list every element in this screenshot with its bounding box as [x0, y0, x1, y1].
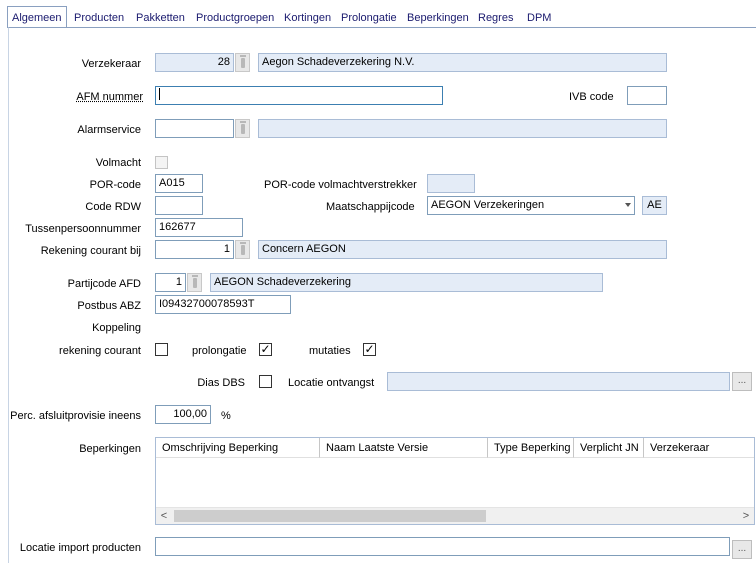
perc-afsluitprovisie-input[interactable]: 100,00	[155, 405, 211, 424]
tussenpersoonnummer-label: Tussenpersoonnummer	[25, 223, 141, 235]
lookup-icon	[239, 54, 246, 68]
dias-dbs-checkbox[interactable]	[259, 375, 272, 388]
chevron-down-icon	[625, 203, 631, 207]
locatie-import-producten-input[interactable]	[155, 537, 730, 556]
koppeling-label: Koppeling	[92, 322, 141, 334]
verzekeraar-label: Verzekeraar	[81, 58, 141, 70]
beperkingen-label: Beperkingen	[79, 443, 141, 455]
rekening-courant-label: rekening courant	[59, 345, 141, 357]
maatschappijcode-label: Maatschappijcode	[326, 201, 415, 213]
tab-algemeen[interactable]: Algemeen	[7, 6, 67, 28]
scroll-left-icon[interactable]: <	[156, 508, 172, 525]
scrollbar-thumb[interactable]	[174, 510, 486, 522]
beperkingen-grid[interactable]: Omschrijving Beperking Naam Laatste Vers…	[155, 437, 755, 525]
column-header-omschrijving[interactable]: Omschrijving Beperking	[156, 438, 320, 458]
lookup-icon	[239, 241, 246, 255]
por-code-volmacht-label: POR-code volmachtverstrekker	[264, 179, 417, 191]
tab-pakketten[interactable]: Pakketten	[136, 9, 185, 27]
check-icon: ✓	[364, 342, 375, 356]
tussenpersoonnummer-input[interactable]: 162677	[155, 218, 243, 237]
alarmservice-code-input[interactable]	[155, 119, 234, 138]
afm-nummer-input[interactable]	[155, 86, 443, 105]
rekening-courant-checkbox[interactable]	[155, 343, 168, 356]
mutaties-label: mutaties	[309, 345, 351, 357]
volmacht-checkbox[interactable]	[155, 156, 168, 169]
maatschappijcode-short-field: AE	[642, 196, 667, 215]
partijcode-afd-label: Partijcode AFD	[67, 278, 141, 290]
lookup-icon	[239, 120, 246, 134]
perc-afsluitprovisie-label: Perc. afsluitprovisie ineens	[10, 410, 141, 422]
locatie-import-producten-label: Locatie import producten	[19, 542, 141, 554]
code-rdw-label: Code RDW	[85, 201, 141, 213]
partijcode-afd-name-field: AEGON Schadeverzekering	[210, 273, 603, 292]
alarmservice-label: Alarmservice	[77, 124, 141, 136]
mutaties-checkbox[interactable]: ✓	[363, 343, 376, 356]
tab-beperkingen[interactable]: Beperkingen	[407, 9, 469, 27]
maatschappijcode-select[interactable]: AEGON Verzekeringen	[427, 196, 635, 215]
verzekeraar-lookup-button[interactable]	[235, 53, 250, 72]
locatie-import-browse-button[interactable]: ...	[732, 540, 752, 559]
por-code-volmacht-field	[427, 174, 475, 193]
prolongatie-checkbox[interactable]: ✓	[259, 343, 272, 356]
tab-prolongatie[interactable]: Prolongatie	[341, 9, 397, 27]
lookup-icon	[191, 274, 198, 288]
column-header-type-beperking[interactable]: Type Beperking	[488, 438, 574, 458]
code-rdw-input[interactable]	[155, 196, 203, 215]
ivb-code-label: IVB code	[569, 91, 614, 103]
afm-nummer-label: AFM nummer	[76, 91, 143, 103]
alarmservice-name-field	[258, 119, 667, 138]
partijcode-afd-lookup-button[interactable]	[187, 273, 202, 292]
tab-kortingen[interactable]: Kortingen	[284, 9, 331, 27]
locatie-ontvangst-label: Locatie ontvangst	[288, 377, 375, 389]
column-header-verplicht-jn[interactable]: Verplicht JN	[574, 438, 644, 458]
tab-regres[interactable]: Regres	[478, 9, 513, 27]
dias-dbs-label: Dias DBS	[197, 377, 245, 389]
verzekeraar-name-field: Aegon Schadeverzekering N.V.	[258, 53, 667, 72]
rekening-courant-bij-lookup-button[interactable]	[235, 240, 250, 259]
column-header-naam-laatste-versie[interactable]: Naam Laatste Versie	[320, 438, 488, 458]
volmacht-label: Volmacht	[95, 157, 141, 169]
rekening-courant-bij-name-field: Concern AEGON	[258, 240, 667, 259]
postbus-abz-label: Postbus ABZ	[77, 300, 141, 312]
tab-dpm[interactable]: DPM	[527, 9, 551, 27]
percent-unit-label: %	[221, 410, 231, 422]
tab-bar: Algemeen Producten Pakketten Productgroe…	[0, 0, 756, 28]
rekening-courant-bij-code-input[interactable]: 1	[155, 240, 234, 259]
tab-productgroepen[interactable]: Productgroepen	[196, 9, 274, 27]
locatie-ontvangst-field	[387, 372, 730, 391]
scroll-right-icon[interactable]: >	[738, 508, 754, 525]
alarmservice-lookup-button[interactable]	[235, 119, 250, 138]
locatie-ontvangst-browse-button[interactable]: ...	[732, 372, 752, 391]
partijcode-afd-code-input[interactable]: 1	[155, 273, 186, 292]
column-header-verzekeraar[interactable]: Verzekeraar	[644, 438, 754, 458]
verzekeraar-code-field: 28	[155, 53, 234, 72]
ivb-code-input[interactable]	[627, 86, 667, 105]
beperkingen-horizontal-scrollbar[interactable]: < >	[156, 507, 754, 524]
por-code-input[interactable]: A015	[155, 174, 203, 193]
rekening-courant-bij-label: Rekening courant bij	[40, 245, 141, 257]
text-caret	[159, 88, 160, 101]
por-code-label: POR-code	[89, 179, 141, 191]
check-icon: ✓	[260, 342, 271, 356]
tab-producten[interactable]: Producten	[74, 9, 124, 27]
postbus-abz-input[interactable]: I09432700078593T	[155, 295, 291, 314]
prolongatie-label: prolongatie	[192, 345, 247, 357]
